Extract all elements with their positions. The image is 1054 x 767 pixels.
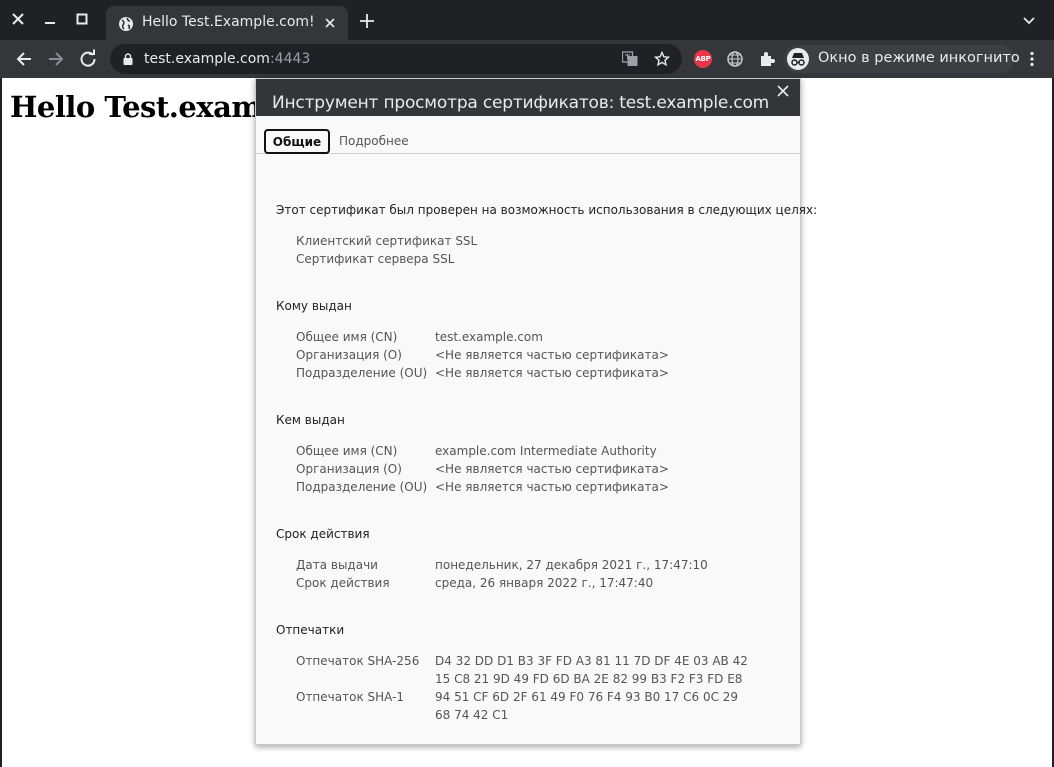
field-label: Подразделение (OU) — [296, 366, 428, 380]
purpose-item: Сертификат сервера SSL — [296, 252, 455, 266]
dialog-header: Инструмент просмотра сертификатов: test.… — [256, 79, 800, 116]
kebab-menu-icon[interactable] — [1024, 51, 1040, 67]
tab-title: Hello Test.Example.com! — [142, 14, 315, 30]
incognito-label: Окно в режиме инкогнито — [818, 50, 1020, 66]
globe-extension-icon[interactable] — [726, 50, 744, 68]
section-title-issued-by: Кем выдан — [276, 413, 345, 427]
forward-arrow-icon[interactable] — [46, 49, 66, 69]
minimize-icon — [45, 22, 55, 24]
browser-toolbar: test.example.com:4443 ABP Окно в режиме … — [0, 40, 1054, 78]
url-text: test.example.com:4443 — [144, 51, 310, 67]
field-value: example.com Intermediate Authority — [435, 444, 657, 458]
dialog-title: Инструмент просмотра сертификатов: test.… — [272, 93, 770, 113]
field-value: <Не является частью сертификата> — [435, 462, 669, 476]
chevron-down-icon[interactable] — [1022, 15, 1036, 27]
adblock-plus-icon[interactable]: ABP — [694, 50, 712, 68]
incognito-indicator[interactable]: Окно в режиме инкогнито — [784, 45, 1020, 73]
field-label: Отпечаток SHA-1 — [296, 690, 405, 704]
purpose-intro: Этот сертификат был проверен на возможно… — [276, 203, 818, 217]
window-minimize-button[interactable] — [39, 8, 61, 30]
lock-icon[interactable] — [122, 53, 134, 65]
field-value: D4 32 DD D1 B3 3F FD A3 81 11 7D DF 4E 0… — [435, 654, 748, 668]
field-label: Организация (O) — [296, 348, 402, 362]
certificate-viewer-dialog: Инструмент просмотра сертификатов: test.… — [255, 78, 817, 745]
globe-icon — [119, 17, 133, 31]
dialog-tabs: Общие Подробнее — [256, 116, 800, 154]
address-bar[interactable]: test.example.com:4443 — [110, 44, 682, 74]
field-value: среда, 26 января 2022 г., 17:47:40 — [435, 576, 654, 590]
field-value: 15 C8 21 9D 49 FD 6D BA 2E 82 99 B3 F2 F… — [435, 672, 743, 686]
maximize-icon — [76, 13, 88, 25]
field-label: Общее имя (CN) — [296, 330, 398, 344]
window-close-button[interactable] — [7, 8, 29, 30]
incognito-avatar — [787, 48, 809, 70]
field-value: 94 51 CF 6D 2F 61 49 F0 76 F4 93 B0 17 C… — [435, 690, 739, 704]
field-label: Организация (O) — [296, 462, 402, 476]
close-icon — [12, 13, 24, 25]
bookmark-star-icon[interactable] — [654, 51, 670, 67]
translate-icon[interactable] — [622, 51, 638, 67]
field-value: 68 74 42 C1 — [435, 708, 509, 722]
tab-strip: Hello Test.Example.com! — [0, 0, 1054, 40]
window-maximize-button[interactable] — [71, 8, 93, 30]
url-port: :4443 — [269, 51, 311, 67]
field-label: Общее имя (CN) — [296, 444, 398, 458]
field-value: <Не является частью сертификата> — [435, 348, 669, 362]
field-label: Дата выдачи — [296, 558, 378, 572]
tab-general[interactable]: Общие — [264, 129, 330, 154]
field-value: понедельник, 27 декабря 2021 г., 17:47:1… — [435, 558, 708, 572]
dialog-close-icon[interactable] — [776, 84, 790, 98]
back-arrow-icon[interactable] — [14, 49, 34, 69]
section-title-issued-to: Кому выдан — [276, 299, 352, 313]
browser-tab[interactable]: Hello Test.Example.com! — [106, 6, 348, 40]
url-host: test.example.com — [144, 51, 270, 67]
incognito-icon — [791, 53, 805, 66]
section-title-validity: Срок действия — [276, 527, 370, 541]
field-label: Подразделение (OU) — [296, 480, 428, 494]
tab-close-icon[interactable] — [322, 15, 338, 31]
field-value: test.example.com — [435, 330, 543, 344]
tab-details[interactable]: Подробнее — [339, 129, 409, 154]
reload-icon[interactable] — [78, 49, 98, 69]
field-label: Отпечаток SHA-256 — [296, 654, 420, 668]
field-value: <Не является частью сертификата> — [435, 366, 669, 380]
new-tab-icon[interactable] — [358, 12, 376, 30]
field-value: <Не является частью сертификата> — [435, 480, 669, 494]
section-title-fingerprints: Отпечатки — [276, 623, 345, 637]
purpose-item: Клиентский сертификат SSL — [296, 234, 478, 248]
extensions-puzzle-icon[interactable] — [758, 50, 776, 68]
field-label: Срок действия — [296, 576, 390, 590]
